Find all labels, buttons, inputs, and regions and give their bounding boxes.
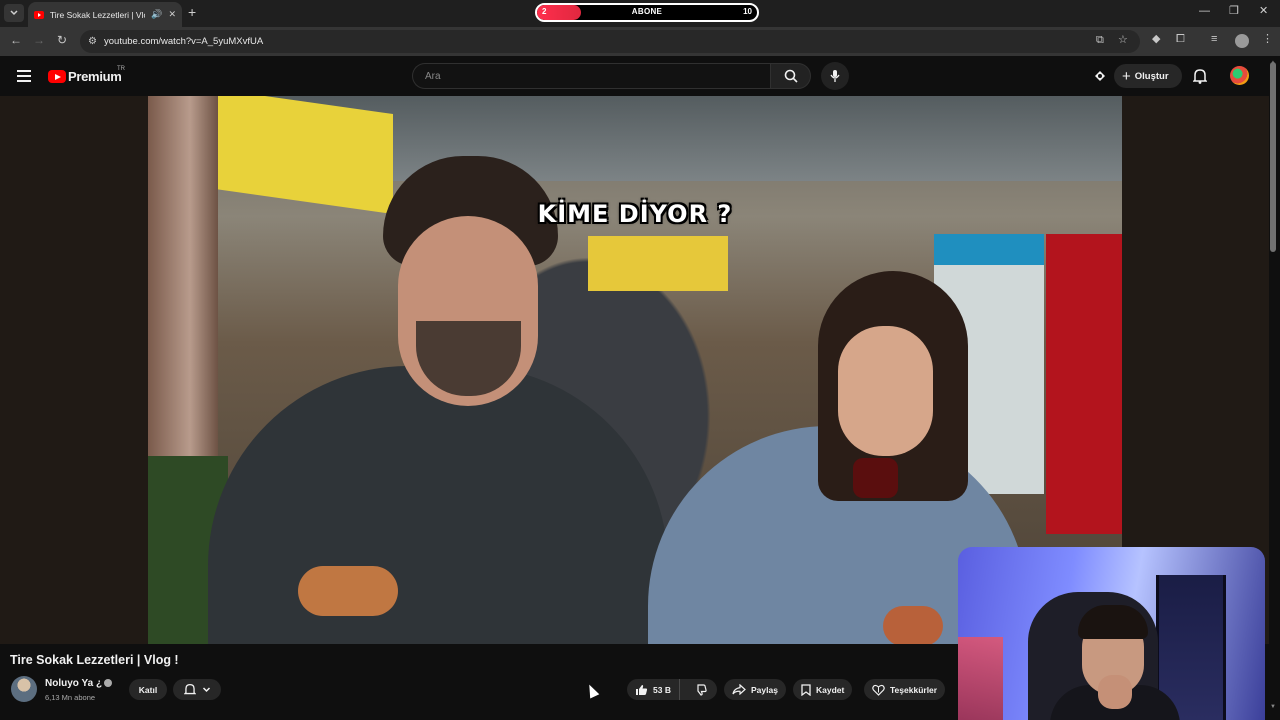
media-control-icon[interactable]: ≡ [1211, 34, 1217, 45]
install-app-icon[interactable]: ⧉ [1096, 35, 1104, 46]
search-placeholder: Ara [425, 71, 441, 82]
scene-food [298, 566, 398, 616]
speaker-icon[interactable]: 🔊 [151, 10, 162, 19]
mic-icon [830, 70, 840, 82]
chevron-down-icon [10, 10, 18, 16]
search-button[interactable] [770, 63, 811, 89]
mouse-cursor [584, 682, 600, 699]
bookmark-icon [801, 683, 811, 696]
heart-dollar-icon [872, 684, 885, 696]
video-caption: KİME DİYOR ? [537, 200, 733, 228]
save-label: Kaydet [816, 684, 845, 695]
thanks-button[interactable]: Teşekkürler [864, 679, 946, 700]
browser-profile-avatar[interactable] [1235, 34, 1249, 48]
video-title: Tire Sokak Lezzetleri | Vlog ! [10, 653, 179, 667]
close-icon[interactable]: ✕ [168, 10, 176, 19]
scene-food-2 [883, 606, 943, 644]
minimize-icon[interactable]: — [1199, 6, 1210, 17]
subscriber-goal-label: ABONE [631, 7, 663, 16]
chevron-down-icon [202, 686, 210, 692]
extension-diamond-icon[interactable]: ◆ [1152, 34, 1160, 45]
bookmark-star-icon[interactable]: ☆ [1118, 35, 1128, 46]
youtube-masthead: Premium TR Ara + Oluştur [0, 56, 1280, 96]
youtube-favicon-icon [34, 10, 44, 19]
scene-shop-sign-2 [588, 236, 728, 291]
dislike-button[interactable] [685, 679, 716, 700]
back-arrow-icon[interactable]: ← [10, 34, 22, 46]
reload-icon[interactable]: ↻ [57, 34, 67, 46]
voice-search-button[interactable] [821, 62, 849, 90]
like-count: 53 B [653, 684, 671, 695]
scene-tree [148, 96, 218, 476]
scene-tea-glass [853, 458, 898, 498]
create-label: Oluştur [1134, 70, 1169, 82]
page-scrollbar-thumb[interactable] [1270, 62, 1276, 252]
join-button[interactable]: Katıl [129, 679, 167, 700]
webcam-streamer-hand [1098, 675, 1132, 709]
thanks-label: Teşekkürler [890, 684, 938, 695]
guide-menu-icon[interactable] [17, 70, 31, 82]
save-button[interactable]: Kaydet [793, 679, 853, 700]
new-tab-button[interactable]: + [188, 5, 196, 19]
browser-menu-icon[interactable]: ⋮ [1262, 34, 1273, 45]
plus-icon: + [1122, 67, 1131, 85]
tab-title: Tire Sokak Lezzetleri | Vlog [49, 9, 146, 20]
site-info-icon[interactable]: ⚙ [88, 36, 97, 47]
url-text: youtube.com/watch?v=A_5yuMXvfUA [104, 36, 264, 47]
extensions-puzzle-icon[interactable]: ⧠ [1176, 34, 1185, 45]
verified-badge-icon [104, 679, 112, 687]
youtube-premium-brand[interactable]: Premium [68, 69, 122, 84]
browser-tab-bar: Tire Sokak Lezzetleri | Vlog 🔊 ✕ + 2 ABO… [0, 0, 1280, 27]
browser-toolbar: ← → ↻ ⚙ youtube.com/watch?v=A_5yuMXvfUA … [0, 27, 1280, 56]
like-dislike-group: 53 B [627, 679, 717, 700]
create-button[interactable]: + Oluştur [1114, 64, 1182, 88]
webcam-streamer-hair [1078, 605, 1148, 639]
share-arrow-icon [732, 684, 746, 695]
address-bar[interactable]: ⚙ youtube.com/watch?v=A_5yuMXvfUA ⧉ ☆ [80, 30, 1140, 53]
close-window-icon[interactable]: ✕ [1259, 6, 1268, 17]
channel-name[interactable]: Noluyo Ya ¿ [45, 678, 102, 689]
bell-icon [183, 683, 196, 695]
like-button[interactable]: 53 B [627, 679, 680, 700]
account-avatar[interactable] [1230, 66, 1249, 85]
scene-shop-sign [208, 96, 393, 215]
scene-coke-fridge [1046, 234, 1122, 534]
restore-icon[interactable]: ❐ [1229, 6, 1239, 17]
tab-search-button[interactable] [4, 4, 24, 22]
thumbs-down-icon [697, 683, 707, 696]
subscribe-notification-button[interactable] [173, 679, 221, 700]
youtube-logo-icon[interactable] [48, 70, 66, 83]
webcam-overlay [958, 547, 1265, 720]
country-code: TR [117, 66, 125, 72]
scene-man-body [208, 366, 668, 644]
search-input[interactable]: Ara [412, 63, 770, 89]
scene-woman-face [838, 326, 933, 456]
subscriber-count: 6,13 Mn abone [45, 693, 96, 702]
scroll-down-arrow-icon[interactable]: ▼ [1270, 704, 1276, 710]
webcam-red-light [958, 637, 1003, 720]
thumbs-up-icon [636, 684, 648, 695]
browser-tab-active[interactable]: Tire Sokak Lezzetleri | Vlog 🔊 ✕ [28, 2, 182, 27]
share-button[interactable]: Paylaş [724, 679, 786, 700]
share-label: Paylaş [751, 684, 778, 695]
forward-arrow-icon[interactable]: → [33, 34, 45, 46]
subscriber-goal-bar: 2 ABONE 10 [535, 3, 759, 22]
studio-icon[interactable] [1093, 69, 1107, 83]
bell-icon[interactable] [1193, 68, 1207, 84]
search-icon [784, 69, 798, 83]
subscriber-goal-target: 10 [743, 7, 752, 16]
channel-avatar[interactable] [11, 676, 37, 702]
